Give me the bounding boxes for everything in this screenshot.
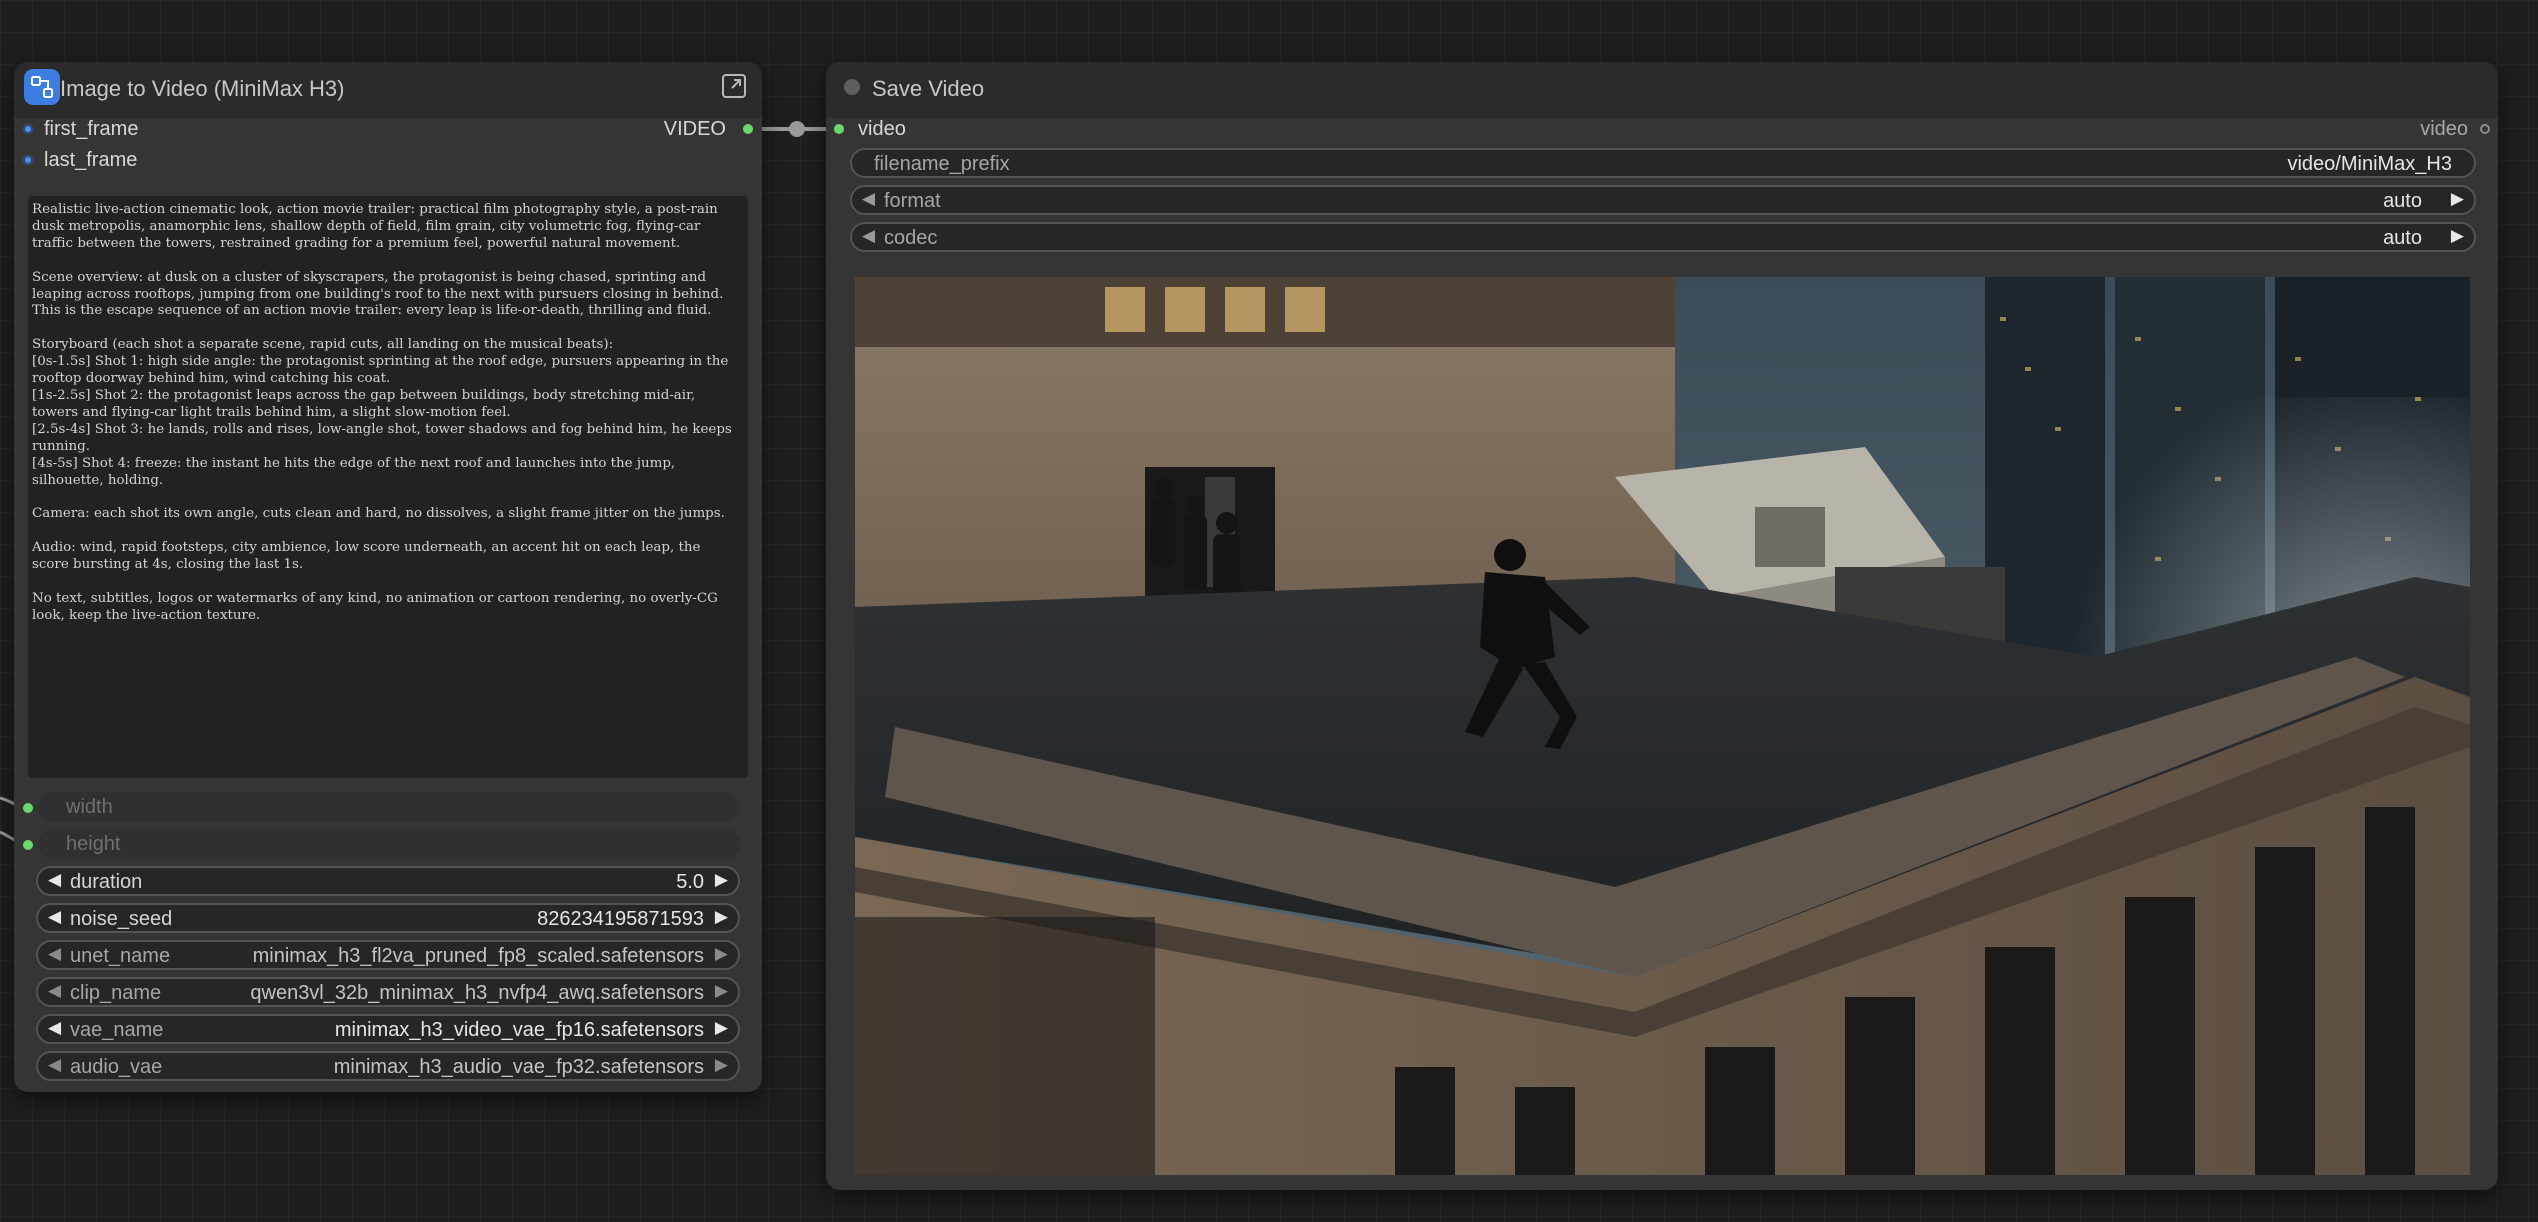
- expand-icon[interactable]: [720, 72, 748, 100]
- height-input-slot[interactable]: [23, 840, 33, 850]
- noise-seed-value: 826234195871593: [537, 908, 704, 930]
- arrow-left-icon[interactable]: ◀: [48, 1018, 61, 1038]
- video-output-label: video: [2420, 118, 2468, 140]
- node-header[interactable]: Image to Video (MiniMax H3): [14, 62, 762, 118]
- height-label: height: [66, 833, 121, 855]
- video-frame-image: [855, 277, 2470, 1175]
- arrow-right-icon[interactable]: ▶: [715, 944, 728, 964]
- node-badge-icon: [24, 69, 60, 105]
- arrow-left-icon[interactable]: ◀: [48, 944, 61, 964]
- video-preview[interactable]: [855, 277, 2470, 1175]
- arrow-right-icon[interactable]: ▶: [2451, 226, 2464, 246]
- format-label: format: [884, 190, 941, 212]
- codec-widget[interactable]: ◀ codec auto ▶: [850, 222, 2476, 252]
- video-output-slot[interactable]: [2480, 124, 2490, 134]
- arrow-left-icon[interactable]: ◀: [48, 907, 61, 927]
- width-label: width: [66, 796, 113, 818]
- arrow-right-icon[interactable]: ▶: [715, 981, 728, 1001]
- filename-prefix-label: filename_prefix: [874, 153, 1010, 175]
- last-frame-label: last_frame: [44, 149, 138, 171]
- noise-seed-widget[interactable]: ◀ noise_seed 826234195871593 ▶: [36, 903, 740, 933]
- video-output-label: VIDEO: [663, 118, 726, 140]
- arrow-right-icon[interactable]: ▶: [715, 1055, 728, 1075]
- codec-value: auto: [2383, 227, 2422, 249]
- arrow-right-icon[interactable]: ▶: [715, 907, 728, 927]
- noise-seed-label: noise_seed: [70, 908, 173, 930]
- duration-label: duration: [70, 871, 143, 893]
- arrow-right-icon[interactable]: ▶: [715, 870, 728, 890]
- link-midpoint: [789, 121, 805, 137]
- format-value: auto: [2383, 190, 2422, 212]
- height-widget: height: [38, 829, 740, 859]
- vae-name-label: vae_name: [70, 1019, 164, 1041]
- last-frame-slot[interactable]: [23, 155, 33, 165]
- width-widget: width: [38, 792, 740, 822]
- width-input-slot[interactable]: [23, 803, 33, 813]
- arrow-left-icon[interactable]: ◀: [48, 870, 61, 890]
- clip-name-value: qwen3vl_32b_minimax_h3_nvfp4_awq.safeten…: [250, 982, 704, 1004]
- node-status-dot: [844, 79, 860, 95]
- codec-label: codec: [884, 227, 938, 249]
- unet-name-value: minimax_h3_fl2va_pruned_fp8_scaled.safet…: [252, 945, 704, 967]
- filename-prefix-value: video/MiniMax_H3: [2287, 153, 2452, 175]
- clip-name-widget[interactable]: ◀ clip_name qwen3vl_32b_minimax_h3_nvfp4…: [36, 977, 740, 1007]
- arrow-left-icon[interactable]: ◀: [48, 981, 61, 1001]
- unet-name-label: unet_name: [70, 945, 171, 967]
- arrow-right-icon[interactable]: ▶: [715, 1018, 728, 1038]
- unet-name-widget[interactable]: ◀ unet_name minimax_h3_fl2va_pruned_fp8_…: [36, 940, 740, 970]
- duration-widget[interactable]: ◀ duration 5.0 ▶: [36, 866, 740, 896]
- arrow-right-icon[interactable]: ▶: [2451, 189, 2464, 209]
- prompt-textarea[interactable]: Realistic live-action cinematic look, ac…: [28, 196, 748, 778]
- video-input-label: video: [858, 118, 906, 140]
- node-header[interactable]: Save Video: [826, 62, 2498, 118]
- arrow-left-icon[interactable]: ◀: [862, 226, 875, 246]
- first-frame-slot[interactable]: [23, 124, 33, 134]
- duration-value: 5.0: [676, 871, 704, 893]
- audio-vae-label: audio_vae: [70, 1056, 163, 1078]
- audio-vae-widget[interactable]: ◀ audio_vae minimax_h3_audio_vae_fp32.sa…: [36, 1051, 740, 1081]
- arrow-left-icon[interactable]: ◀: [862, 189, 875, 209]
- format-widget[interactable]: ◀ format auto ▶: [850, 185, 2476, 215]
- node-title: Image to Video (MiniMax H3): [60, 76, 345, 101]
- vae-name-widget[interactable]: ◀ vae_name minimax_h3_video_vae_fp16.saf…: [36, 1014, 740, 1044]
- clip-name-label: clip_name: [70, 982, 162, 1004]
- vae-name-value: minimax_h3_video_vae_fp16.safetensors: [334, 1019, 704, 1041]
- video-input-slot[interactable]: [834, 124, 844, 134]
- video-output-slot[interactable]: [743, 124, 753, 134]
- image-to-video-node[interactable]: Image to Video (MiniMax H3) first_frame …: [14, 62, 762, 1092]
- first-frame-label: first_frame: [44, 118, 139, 140]
- node-title: Save Video: [872, 76, 985, 101]
- filename-prefix-widget[interactable]: filename_prefix video/MiniMax_H3: [850, 148, 2476, 178]
- arrow-left-icon[interactable]: ◀: [48, 1055, 61, 1075]
- audio-vae-value: minimax_h3_audio_vae_fp32.safetensors: [333, 1056, 704, 1078]
